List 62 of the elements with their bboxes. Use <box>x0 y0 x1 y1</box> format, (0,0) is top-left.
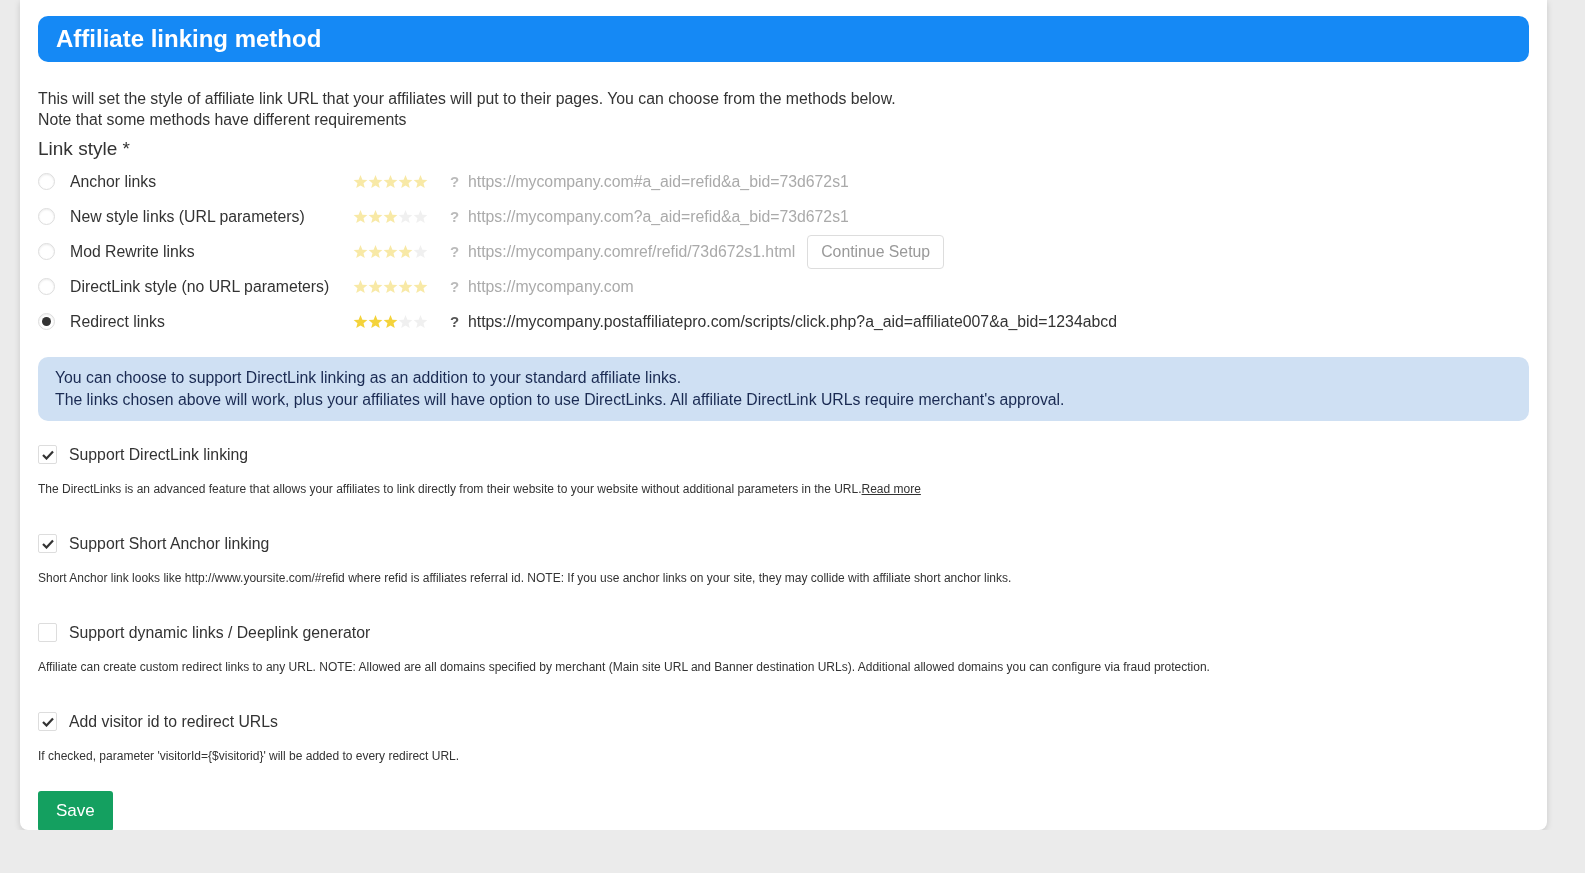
star-icon <box>413 174 428 189</box>
star-icon <box>398 279 413 294</box>
option-description: The DirectLinks is an advanced feature that allows your affiliates to link directly from their website to your website without additional parameters in the URL.Read more <box>38 482 922 496</box>
read-more-link[interactable]: Read more <box>861 482 921 496</box>
star-icon <box>413 244 428 259</box>
star-icon <box>368 174 383 189</box>
save-button[interactable]: Save <box>38 791 113 830</box>
info-text: You can choose to support DirectLink linking as an addition to your standard affiliate links. <box>55 368 683 388</box>
intro-text: Note that some methods have different requirements <box>38 110 408 130</box>
help-icon[interactable]: ? <box>450 208 468 225</box>
star-icon <box>383 314 398 329</box>
option-description: Affiliate can create custom redirect links to any URL. NOTE: Allowed are all domains specified by merchant (Main site URL and Banner destination URLs). Additional allowed domains you can configure via fraud protection. <box>38 660 1211 674</box>
field-label: Link style * <box>38 138 131 160</box>
star-icon <box>398 174 413 189</box>
option-description: Short Anchor link looks like http://www.yoursite.com/#refid where refid is affiliates referral id. NOTE: If you use anchor links on your site, they may collide with affiliate short anchor links. <box>38 571 1013 585</box>
help-icon[interactable]: ? <box>450 313 468 330</box>
checkmark-icon <box>41 538 54 549</box>
checkbox[interactable] <box>38 712 57 731</box>
star-icon <box>398 209 413 224</box>
star-icon <box>353 279 368 294</box>
checkbox-label: Support Short Anchor linking <box>69 534 270 553</box>
star-icon <box>368 314 383 329</box>
star-icon <box>413 279 428 294</box>
checkmark-icon <box>41 449 54 460</box>
checkbox[interactable] <box>38 534 57 553</box>
checkbox-label: Add visitor id to redirect URLs <box>69 712 278 731</box>
star-icon <box>398 244 413 259</box>
method-label: New style links (URL parameters) <box>70 207 306 226</box>
star-icon <box>383 209 398 224</box>
help-icon[interactable]: ? <box>450 173 468 190</box>
help-icon[interactable]: ? <box>450 278 468 295</box>
star-icon <box>368 209 383 224</box>
star-icon <box>368 244 383 259</box>
info-text: The links chosen above will work, plus your affiliates will have option to use DirectLinks. All affiliate DirectLink URLs require merchant's approval. <box>55 390 1066 410</box>
example-url: https://mycompany.comref/refid/73d672s1.html <box>468 242 796 261</box>
star-icon <box>368 279 383 294</box>
method-label: DirectLink style (no URL parameters) <box>70 277 331 296</box>
checkbox[interactable] <box>38 623 57 642</box>
method-label: Anchor links <box>70 172 158 191</box>
checkbox-label: Support dynamic links / Deeplink generator <box>69 623 371 642</box>
star-icon <box>353 174 368 189</box>
star-icon <box>383 174 398 189</box>
star-icon <box>383 244 398 259</box>
checkbox-label: Support DirectLink linking <box>69 445 249 464</box>
continue-setup-button[interactable]: Continue Setup <box>807 234 945 269</box>
star-icon <box>353 209 368 224</box>
checkbox[interactable] <box>38 445 57 464</box>
star-icon <box>353 314 368 329</box>
section-title: Affiliate linking method <box>56 25 322 53</box>
example-url: https://mycompany.postaffiliatepro.com/scripts/click.php?a_aid=affiliate007&a_bid=1234abcd <box>468 312 1117 331</box>
method-label: Redirect links <box>70 312 166 331</box>
checkmark-icon <box>41 716 54 727</box>
example-url: https://mycompany.com#a_aid=refid&a_bid=73d672s1 <box>468 172 849 191</box>
help-icon[interactable]: ? <box>450 243 468 260</box>
intro-text: This will set the style of affiliate link URL that your affiliates will put to their pages. You can choose from the methods below. <box>38 89 897 109</box>
example-url: https://mycompany.com <box>468 277 634 296</box>
star-icon <box>398 314 413 329</box>
star-icon <box>353 244 368 259</box>
option-description: If checked, parameter 'visitorId={$visitorid}' will be added to every redirect URL. <box>38 749 461 763</box>
star-icon <box>383 279 398 294</box>
method-label: Mod Rewrite links <box>70 242 196 261</box>
example-url: https://mycompany.com?a_aid=refid&a_bid=73d672s1 <box>468 207 849 226</box>
